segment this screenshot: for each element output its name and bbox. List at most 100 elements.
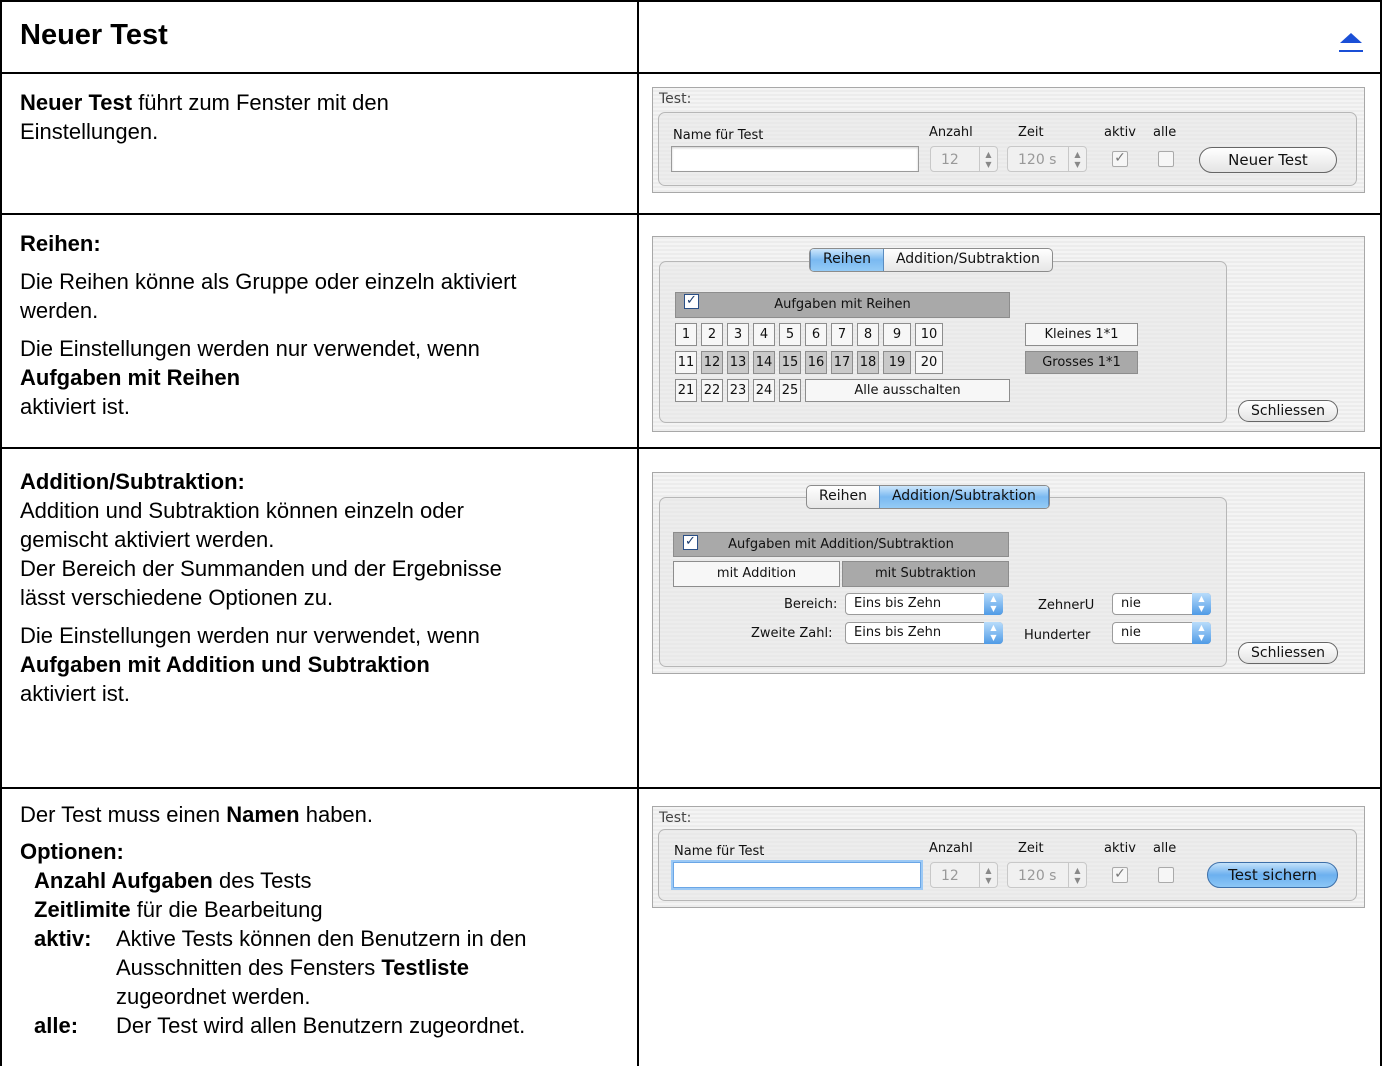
tab-addition-subtraktion[interactable]: Addition/Subtraktion (884, 249, 1052, 271)
text: des Tests (212, 868, 312, 893)
checkbox-icon[interactable]: ✓ (684, 294, 699, 309)
range-select[interactable]: Eins bis Zehn ▲ ▼ (845, 593, 1003, 615)
reihe-cell[interactable]: 17 (831, 351, 853, 374)
reihe-cell[interactable]: 10 (915, 323, 943, 346)
close-button[interactable]: Schliessen (1238, 642, 1338, 664)
reihe-cell[interactable]: 5 (779, 323, 801, 346)
text: Ausschnitten des Fensters (116, 955, 382, 980)
section-neuer-test-text: Neuer Test führt zum Fenster mit den Ein… (20, 88, 389, 146)
reihe-cell[interactable]: 7 (831, 323, 853, 346)
reihe-cell[interactable]: 12 (701, 351, 723, 374)
reihe-cell[interactable]: 21 (675, 379, 697, 402)
name-field[interactable] (673, 862, 921, 888)
reihe-cell[interactable]: 24 (753, 379, 775, 402)
reihe-cell[interactable]: 9 (883, 323, 911, 346)
time-stepper[interactable]: 120 s ▲ ▼ (1007, 146, 1087, 172)
all-label: alle (1153, 841, 1177, 856)
stepper-arrows-icon[interactable]: ▲ ▼ (979, 147, 997, 171)
count-value: 12 (941, 868, 959, 884)
section-heading: Optionen: (20, 839, 124, 864)
reihe-cell[interactable]: 2 (701, 323, 723, 346)
name-label: Name für Test (673, 128, 764, 143)
checkbox-label: Aufgaben mit Addition/Subtraktion (728, 537, 954, 552)
reihe-cell[interactable]: 15 (779, 351, 801, 374)
text: Der Bereich der Summanden und der Ergebn… (20, 556, 502, 581)
bold-term: Aufgaben mit Addition und Subtraktion (20, 652, 430, 677)
stepper-arrows-icon[interactable]: ▲ ▼ (1068, 147, 1086, 171)
all-checkbox[interactable] (1158, 151, 1174, 167)
time-stepper[interactable]: 120 s ▲ ▼ (1007, 862, 1087, 888)
addsub-panel: Reihen Addition/Subtraktion Aufgaben mit… (652, 472, 1365, 674)
addsub-header-checkbox[interactable]: Aufgaben mit Addition/Subtraktion (673, 532, 1009, 557)
count-stepper[interactable]: 12 ▲ ▼ (930, 146, 998, 172)
all-checkbox[interactable] (1158, 867, 1174, 883)
test-panel: Test: Name für Test Anzahl 12 ▲ ▼ Zeit 120… (652, 87, 1365, 193)
up-triangle-icon[interactable] (1338, 30, 1364, 56)
reihe-cell[interactable]: 8 (857, 323, 879, 346)
reihe-cell[interactable]: 22 (701, 379, 723, 402)
stepper-arrows-icon[interactable]: ▲ ▼ (979, 863, 997, 887)
second-number-select[interactable]: Eins bis Zehn ▲ ▼ (845, 622, 1003, 644)
bold-term: Namen (226, 802, 300, 827)
active-checkbox[interactable]: ✓ (1112, 867, 1128, 883)
subtraction-toggle[interactable]: mit Subtraktion (842, 561, 1009, 587)
reihe-cell[interactable]: 25 (779, 379, 801, 402)
text: Aktive Tests können den Benutzern in den (116, 926, 527, 951)
save-test-button[interactable]: Test sichern (1207, 862, 1338, 888)
close-button[interactable]: Schliessen (1238, 400, 1338, 422)
tab-reihen[interactable]: Reihen (810, 249, 884, 271)
group-label: Test: (659, 810, 692, 826)
count-label: Anzahl (929, 125, 973, 140)
reihe-cell[interactable]: 11 (675, 351, 697, 374)
stepper-arrows-icon[interactable]: ▲ ▼ (1068, 863, 1086, 887)
active-label: aktiv (1104, 125, 1136, 140)
text: Einstellungen. (20, 119, 159, 144)
reihe-cell[interactable]: 14 (753, 351, 775, 374)
small-table-button[interactable]: Kleines 1*1 (1025, 323, 1138, 346)
checkbox-icon[interactable]: ✓ (683, 535, 698, 550)
section-heading: Addition/Subtraktion: (20, 469, 245, 494)
time-value: 120 s (1018, 868, 1057, 884)
count-label: Anzahl (929, 841, 973, 856)
section-options-text: Der Test muss einen Namen haben. Optione… (20, 800, 527, 1040)
text: Die Einstellungen werden nur verwendet, … (20, 623, 480, 648)
tab-addition-subtraktion[interactable]: Addition/Subtraktion (878, 486, 1049, 508)
reihe-cell[interactable]: 20 (915, 351, 943, 374)
hundreds-value: nie (1121, 625, 1141, 640)
reihe-cell[interactable]: 13 (727, 351, 749, 374)
reihe-cell[interactable]: 3 (727, 323, 749, 346)
text: gemischt aktiviert werden. (20, 527, 275, 552)
tab-reihen[interactable]: Reihen (807, 486, 879, 508)
addition-toggle[interactable]: mit Addition (673, 561, 840, 587)
active-checkbox[interactable]: ✓ (1112, 151, 1128, 167)
hundreds-select[interactable]: nie ▲ ▼ (1112, 622, 1211, 644)
reihen-header-checkbox[interactable]: Aufgaben mit Reihen (675, 292, 1010, 318)
bold-term: Anzahl Aufgaben (34, 868, 213, 893)
section-addsub-text: Addition/Subtraktion: Addition und Subtr… (20, 467, 502, 708)
range-label: Bereich: (784, 597, 838, 612)
reihe-cell[interactable]: 16 (805, 351, 827, 374)
all-off-button[interactable]: Alle ausschalten (805, 379, 1010, 402)
all-label: alle (1153, 125, 1177, 140)
bold-term: Aufgaben mit Reihen (20, 365, 241, 390)
reihe-cell[interactable]: 4 (753, 323, 775, 346)
test-panel: Test: Name für Test Anzahl 12 ▲ ▼ Zeit 120… (652, 806, 1365, 908)
reihe-cell[interactable]: 19 (883, 351, 911, 374)
count-value: 12 (941, 152, 959, 168)
reihe-cell[interactable]: 18 (857, 351, 879, 374)
bold-term: Testliste (381, 955, 469, 980)
new-test-button[interactable]: Neuer Test (1199, 147, 1337, 173)
count-stepper[interactable]: 12 ▲ ▼ (930, 862, 998, 888)
name-field[interactable] (671, 146, 919, 172)
reihe-cell[interactable]: 1 (675, 323, 697, 346)
group-label: Test: (659, 91, 692, 107)
reihe-cell[interactable]: 6 (805, 323, 827, 346)
text: lässt verschiedene Optionen zu. (20, 585, 334, 610)
tens-select[interactable]: nie ▲ ▼ (1112, 593, 1211, 615)
text: Die Reihen könne als Gruppe oder einzeln… (20, 269, 517, 294)
bold-term: Neuer Test (20, 90, 133, 115)
page-title: Neuer Test (20, 19, 168, 51)
popup-arrows-icon: ▲ ▼ (1192, 593, 1211, 615)
reihe-cell[interactable]: 23 (727, 379, 749, 402)
big-table-button[interactable]: Grosses 1*1 (1025, 351, 1138, 374)
